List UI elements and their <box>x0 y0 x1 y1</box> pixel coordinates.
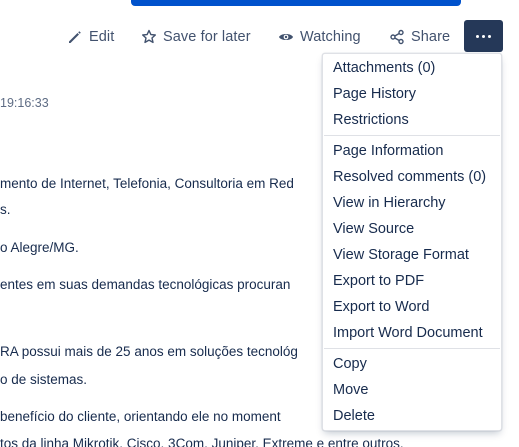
more-actions-menu: Attachments (0) Page History Restriction… <box>322 53 502 431</box>
content-line: benefício do cliente, orientando ele no … <box>0 409 281 424</box>
dot <box>482 34 485 38</box>
menu-item-view-source[interactable]: View Source <box>333 221 414 237</box>
watching-button[interactable]: Watching <box>278 24 361 50</box>
menu-item-page-history[interactable]: Page History <box>333 86 416 102</box>
menu-divider <box>324 135 500 136</box>
dot <box>488 34 491 38</box>
content-line: s. <box>0 202 11 217</box>
watching-label: Watching <box>300 29 361 45</box>
menu-item-export-to-word[interactable]: Export to Word <box>333 299 429 315</box>
dot <box>476 34 479 38</box>
save-for-later-label: Save for later <box>163 29 251 45</box>
content-line: entes em suas demandas tecnológicas proc… <box>0 277 291 292</box>
save-for-later-button[interactable]: Save for later <box>141 24 251 50</box>
share-button[interactable]: Share <box>389 24 450 50</box>
menu-item-resolved-comments[interactable]: Resolved comments (0) <box>333 169 486 185</box>
last-updated-time: 19:16:33 <box>0 96 49 110</box>
more-actions-button[interactable] <box>464 20 503 52</box>
menu-item-copy[interactable]: Copy <box>333 356 367 372</box>
page-toolbar: Edit Save for later Watching Share <box>0 24 519 50</box>
edit-button[interactable]: Edit <box>67 24 114 50</box>
menu-item-view-storage-format[interactable]: View Storage Format <box>333 247 469 263</box>
menu-item-page-information[interactable]: Page Information <box>333 143 443 159</box>
share-label: Share <box>411 29 451 45</box>
menu-item-view-in-hierarchy[interactable]: View in Hierarchy <box>333 195 446 211</box>
star-icon <box>142 29 156 44</box>
menu-item-export-to-pdf[interactable]: Export to PDF <box>333 273 424 289</box>
menu-item-import-word-document[interactable]: Import Word Document <box>333 325 483 341</box>
menu-item-delete[interactable]: Delete <box>333 408 375 424</box>
pencil-icon <box>69 31 81 43</box>
menu-item-restrictions[interactable]: Restrictions <box>333 112 409 128</box>
content-line: tos da linha Mikrotik, Cisco, 3Com, Juni… <box>0 436 404 447</box>
content-line: mento de Internet, Telefonia, Consultori… <box>0 176 294 191</box>
content-line: RA possui mais de 25 anos em soluções te… <box>0 344 298 359</box>
content-line: o de sistemas. <box>0 372 88 387</box>
menu-item-attachments[interactable]: Attachments (0) <box>333 60 435 76</box>
menu-item-move[interactable]: Move <box>333 382 368 398</box>
share-icon <box>390 29 404 45</box>
menu-divider <box>324 348 500 349</box>
edit-label: Edit <box>89 29 115 45</box>
eye-icon <box>279 34 293 40</box>
content-line: o Alegre/MG. <box>0 240 79 255</box>
